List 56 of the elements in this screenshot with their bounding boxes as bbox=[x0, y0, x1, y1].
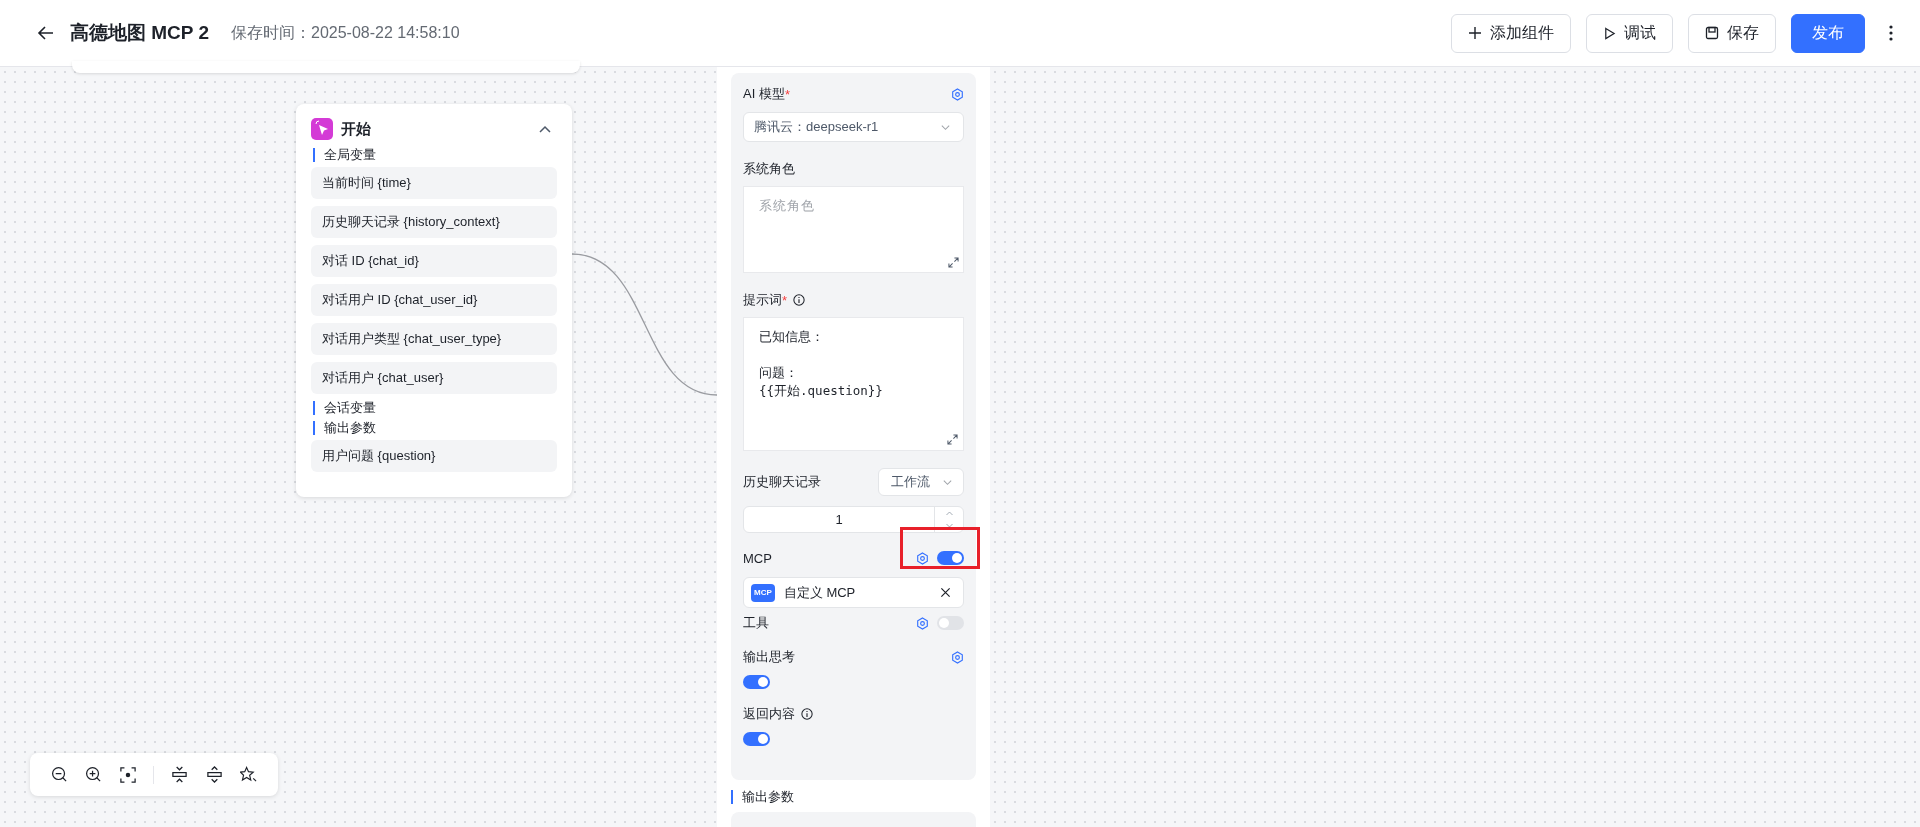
field-label: 工具 bbox=[743, 614, 769, 632]
fit-view-icon[interactable] bbox=[119, 766, 136, 783]
field-label: 历史聊天记录 bbox=[743, 473, 821, 491]
section-title: 会话变量 bbox=[313, 401, 557, 415]
variable-item: 用户问题 {question} bbox=[311, 440, 557, 472]
close-icon[interactable] bbox=[940, 587, 951, 598]
settings-icon[interactable] bbox=[916, 551, 929, 565]
plus-icon bbox=[1468, 26, 1482, 40]
node-title: 开始 bbox=[341, 119, 372, 139]
field-label: AI 模型* bbox=[743, 85, 790, 103]
variable-item: 对话用户类型 {chat_user_type} bbox=[311, 323, 557, 355]
settings-icon[interactable] bbox=[951, 650, 964, 664]
publish-button[interactable]: 发布 bbox=[1791, 13, 1865, 53]
save-button[interactable]: 保存 bbox=[1688, 13, 1776, 53]
toggle-switch[interactable] bbox=[743, 732, 770, 746]
page-title: 高德地图 MCP 2 bbox=[70, 21, 209, 45]
variable-item: 当前时间 {time} bbox=[311, 167, 557, 199]
field-label: 系统角色 bbox=[743, 160, 795, 178]
more-icon[interactable] bbox=[1888, 23, 1894, 43]
zoom-out-icon[interactable] bbox=[50, 766, 68, 783]
expand-all-icon[interactable] bbox=[205, 766, 223, 783]
variable-item: 对话用户 {chat_user} bbox=[311, 362, 557, 394]
mcp-badge: MCP bbox=[751, 583, 775, 602]
history-count-field[interactable]: 1 bbox=[743, 506, 964, 533]
system-role-field[interactable]: 系统角色 bbox=[743, 186, 964, 273]
variable-item: 历史聊天记录 {history_context} bbox=[311, 206, 557, 238]
expand-icon[interactable] bbox=[948, 257, 959, 268]
info-icon bbox=[793, 294, 806, 306]
field-label: 输出思考 bbox=[743, 648, 795, 666]
model-select[interactable]: 腾讯云：deepseek-r1 bbox=[743, 112, 964, 142]
field-label: MCP bbox=[743, 550, 772, 566]
history-mode-select[interactable]: 工作流 bbox=[878, 468, 964, 496]
toggle-switch[interactable] bbox=[937, 616, 964, 630]
section-title: 输出参数 bbox=[731, 790, 976, 804]
sparkle-icon[interactable] bbox=[240, 766, 258, 783]
section-title: 全局变量 bbox=[313, 148, 557, 162]
variable-item: 对话用户 ID {chat_user_id} bbox=[311, 284, 557, 316]
info-icon bbox=[801, 708, 813, 720]
add-button[interactable]: 添加组件 bbox=[1451, 13, 1571, 53]
toggle-switch[interactable] bbox=[937, 551, 964, 565]
settings-icon[interactable] bbox=[916, 616, 929, 630]
toggle-switch[interactable] bbox=[743, 675, 770, 689]
zoom-in-icon[interactable] bbox=[85, 766, 103, 783]
mcp-name: 自定义 MCP bbox=[783, 583, 857, 602]
field-label: 返回内容 bbox=[743, 705, 795, 723]
prompt-field[interactable]: 已知信息： 问题： {{开始.question}} bbox=[743, 317, 964, 451]
section-title: 输出参数 bbox=[313, 421, 557, 435]
expand-icon[interactable] bbox=[947, 434, 958, 445]
save-time: 保存时间：2025-08-22 14:58:10 bbox=[231, 22, 460, 43]
settings-icon[interactable] bbox=[951, 87, 964, 101]
play-icon bbox=[1603, 26, 1616, 40]
variable-item: 对话 ID {chat_id} bbox=[311, 245, 557, 277]
debug-button[interactable]: 调试 bbox=[1586, 13, 1673, 53]
cursor-icon bbox=[311, 118, 333, 140]
collapse-icon[interactable] bbox=[171, 766, 189, 783]
field-label: 提示词* bbox=[743, 291, 788, 309]
